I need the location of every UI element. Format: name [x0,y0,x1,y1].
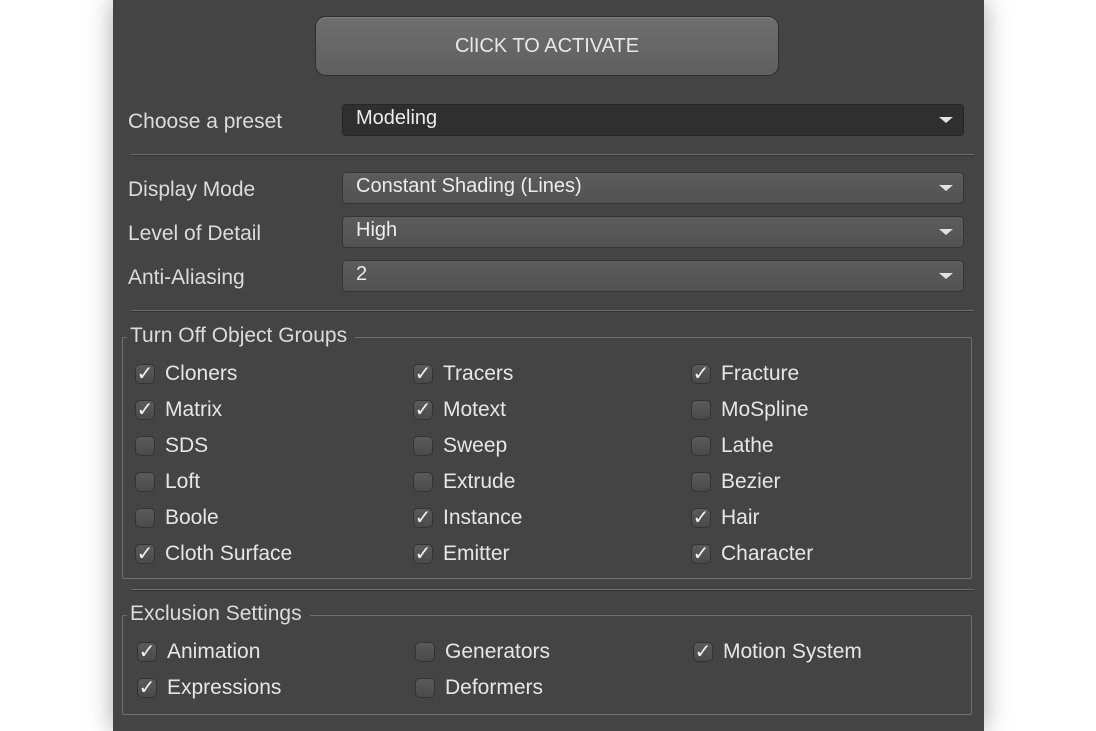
checkbox-label: Deformers [445,676,544,699]
checkbox-label: MoSpline [721,398,809,421]
checkbox-label: Character [721,542,814,565]
checkbox-label: Hair [721,506,760,529]
checkbox-label: Extrude [443,470,516,493]
checkbox-label: Animation [167,640,261,663]
chevron-down-icon [939,185,953,191]
checkbox-label: Expressions [167,676,282,699]
exclusion-settings-title: Exclusion Settings [127,602,310,626]
checkmark-icon: ✓ [692,543,710,565]
display-mode-dropdown[interactable]: Constant Shading (Lines) [342,172,964,204]
checkmark-icon: ✓ [138,641,156,663]
checkbox-label: Lathe [721,434,774,457]
checkbox-label: Instance [443,506,523,529]
checkbox-label: Fracture [721,362,800,385]
anti-aliasing-label: Anti-Aliasing [128,266,245,289]
chevron-down-icon [939,117,953,123]
anti-aliasing-dropdown[interactable]: 2 [342,260,964,292]
activate-button[interactable]: ClICK TO ACTIVATE [315,16,779,76]
settings-panel: ClICK TO ACTIVATE Choose a preset Modeli… [113,0,984,731]
checkbox-unchecked[interactable] [135,436,155,456]
checkbox-unchecked[interactable] [135,508,155,528]
checkbox-label: Cloners [165,362,238,385]
checkmark-icon: ✓ [414,399,432,421]
checkbox-checked[interactable]: ✓ [691,508,711,528]
checkbox-checked[interactable]: ✓ [691,364,711,384]
display-mode-label: Display Mode [128,178,256,201]
level-of-detail-dropdown[interactable]: High [342,216,964,248]
checkmark-icon: ✓ [414,363,432,385]
separator [131,310,974,312]
checkbox-checked[interactable]: ✓ [693,642,713,662]
checkbox-label: Emitter [443,542,510,565]
checkbox-checked[interactable]: ✓ [137,678,157,698]
checkbox-label: Motion System [723,640,862,663]
activate-button-label: ClICK TO ACTIVATE [454,34,640,57]
object-groups-title: Turn Off Object Groups [127,324,356,348]
object-groups-section: Turn Off Object Groups ✓ Cloners ✓ Tracers ✓… [122,324,972,579]
checkbox-label: Generators [445,640,551,663]
separator [131,589,974,591]
checkbox-unchecked[interactable] [415,678,435,698]
checkbox-unchecked[interactable] [415,642,435,662]
checkmark-icon: ✓ [138,677,156,699]
checkmark-icon: ✓ [136,543,154,565]
checkbox-label: SDS [165,434,209,457]
checkbox-unchecked[interactable] [691,472,711,492]
checkbox-label: Motext [443,398,507,421]
preset-value: Modeling [356,107,438,129]
checkmark-icon: ✓ [414,543,432,565]
checkbox-unchecked[interactable] [413,472,433,492]
checkbox-unchecked[interactable] [413,436,433,456]
checkbox-checked[interactable]: ✓ [137,642,157,662]
checkmark-icon: ✓ [414,507,432,529]
checkbox-checked[interactable]: ✓ [135,364,155,384]
anti-aliasing-value: 2 [356,263,368,285]
checkbox-label: Cloth Surface [165,542,293,565]
preset-label: Choose a preset [128,110,283,133]
chevron-down-icon [939,273,953,279]
checkmark-icon: ✓ [136,363,154,385]
checkbox-unchecked[interactable] [135,472,155,492]
checkbox-label: Boole [165,506,219,529]
checkbox-checked[interactable]: ✓ [413,364,433,384]
checkbox-checked[interactable]: ✓ [691,544,711,564]
checkbox-checked[interactable]: ✓ [135,544,155,564]
chevron-down-icon [939,229,953,235]
checkmark-icon: ✓ [136,399,154,421]
level-of-detail-value: High [356,219,398,241]
separator [131,154,974,156]
checkmark-icon: ✓ [692,507,710,529]
preset-dropdown[interactable]: Modeling [342,104,964,136]
checkbox-label: Bezier [721,470,781,493]
checkbox-checked[interactable]: ✓ [413,508,433,528]
checkbox-checked[interactable]: ✓ [413,544,433,564]
display-mode-value: Constant Shading (Lines) [356,175,582,197]
checkbox-unchecked[interactable] [691,400,711,420]
checkmark-icon: ✓ [694,641,712,663]
level-of-detail-label: Level of Detail [128,222,262,245]
checkbox-unchecked[interactable] [691,436,711,456]
checkbox-label: Loft [165,470,201,493]
checkbox-label: Sweep [443,434,508,457]
checkbox-label: Matrix [165,398,223,421]
checkmark-icon: ✓ [692,363,710,385]
exclusion-settings-section: Exclusion Settings ✓ Animation Generators ✓… [122,602,972,715]
checkbox-checked[interactable]: ✓ [413,400,433,420]
checkbox-label: Tracers [443,362,514,385]
checkbox-checked[interactable]: ✓ [135,400,155,420]
